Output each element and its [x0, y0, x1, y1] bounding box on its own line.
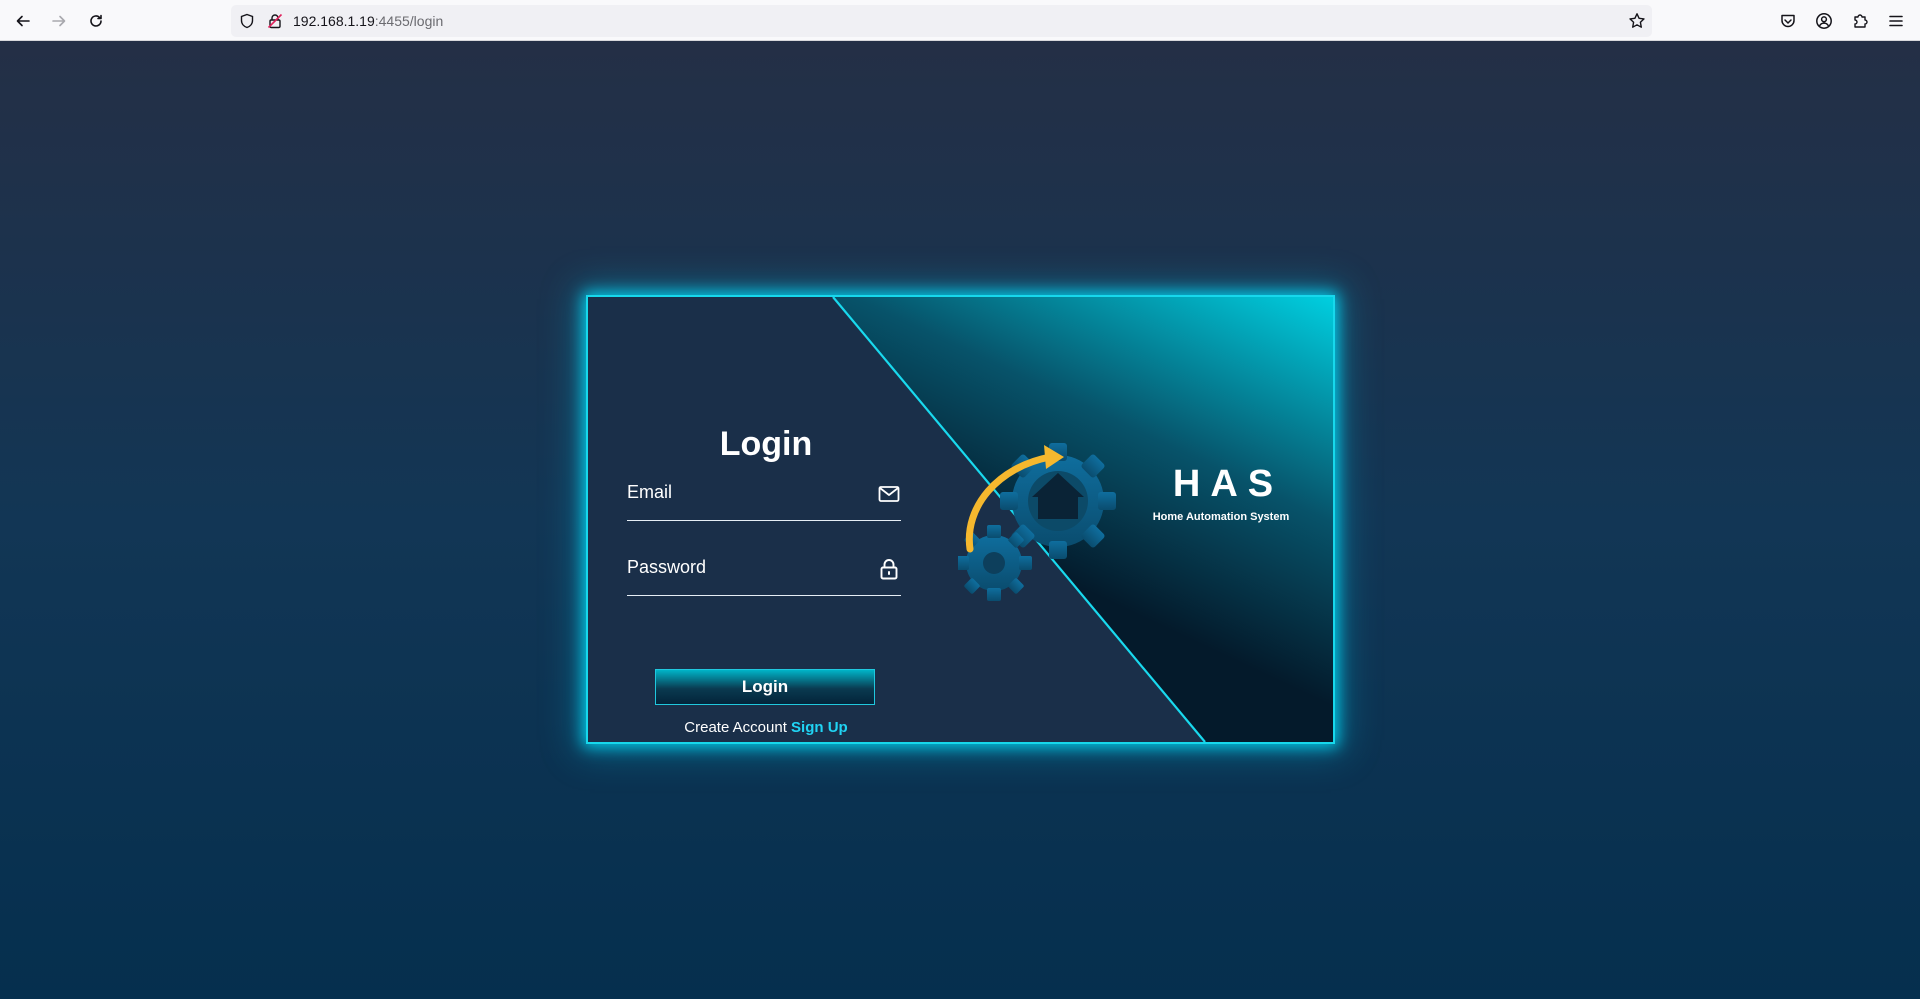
signup-link[interactable]: Sign Up [791, 719, 848, 736]
bookmark-star-icon[interactable] [1628, 12, 1646, 30]
signup-row: Create Account Sign Up [588, 719, 944, 736]
login-card: Login Login Create Account Sign Up [586, 295, 1335, 744]
lock-icon [880, 559, 898, 580]
brand-name: HAS [1172, 463, 1284, 505]
login-title: Login [719, 425, 813, 463]
arrow-left-icon [16, 15, 30, 27]
url-path: :4455/login [374, 13, 444, 29]
extensions-icon[interactable] [1851, 12, 1869, 30]
url-host: 192.168.1.19 [293, 13, 375, 29]
brand-tagline: Home Automation System [1152, 511, 1290, 523]
menu-icon[interactable] [1887, 12, 1905, 30]
reload-icon [90, 14, 102, 27]
email-field [627, 464, 901, 521]
password-input[interactable] [627, 539, 867, 595]
create-account-text: Create Account [684, 719, 787, 736]
home-gears-logo-icon [958, 443, 1116, 601]
address-bar[interactable]: 192.168.1.19:4455/login [231, 5, 1652, 37]
forward-button[interactable] [46, 8, 72, 34]
pocket-icon[interactable] [1779, 12, 1797, 30]
email-input[interactable] [627, 464, 867, 520]
insecure-lock-icon[interactable] [267, 13, 283, 29]
login-button[interactable]: Login [655, 669, 875, 705]
url-text[interactable]: 192.168.1.19:4455/login [293, 5, 443, 37]
back-button[interactable] [10, 8, 36, 34]
browser-toolbar: 192.168.1.19:4455/login [0, 0, 1920, 41]
page-background: Login Login Create Account Sign Up [0, 41, 1920, 999]
envelope-icon [878, 486, 900, 502]
reload-button[interactable] [83, 8, 109, 34]
arrow-right-icon [52, 15, 66, 27]
shield-icon[interactable] [239, 13, 255, 29]
password-field [627, 539, 901, 596]
account-icon[interactable] [1815, 12, 1833, 30]
